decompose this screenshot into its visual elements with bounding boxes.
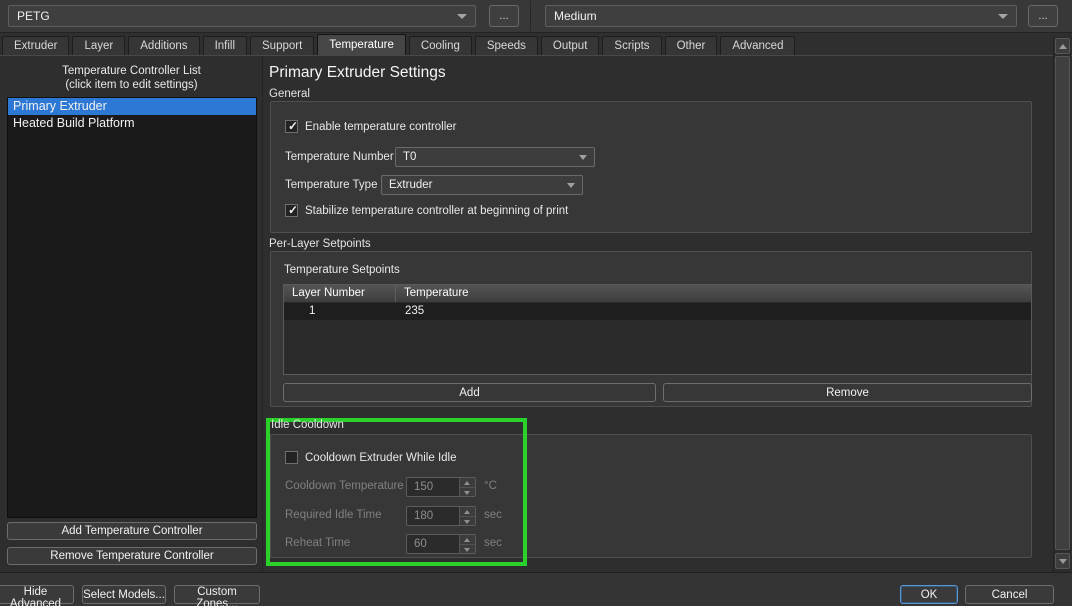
cooldown-temperature-unit: °C (484, 480, 497, 492)
extruder-settings-panel: Primary Extruder Settings General ✓ Enab… (264, 56, 1054, 573)
temperature-setpoints-label: Temperature Setpoints (284, 264, 400, 276)
tab-support[interactable]: Support (250, 36, 314, 55)
temperature-type-value: Extruder (389, 179, 432, 191)
controller-list-panel: Temperature Controller List (click item … (0, 56, 263, 573)
scroll-down-icon[interactable] (1055, 553, 1070, 569)
tab-advanced[interactable]: Advanced (720, 36, 795, 55)
add-setpoint-button[interactable]: Add (283, 383, 656, 402)
tab-output[interactable]: Output (541, 36, 600, 55)
controller-list-title: Temperature Controller List (0, 65, 263, 77)
profile-select[interactable]: PETG (8, 5, 476, 27)
temperature-setpoints-table: Layer Number Temperature 1 235 (283, 284, 1032, 375)
select-models-button[interactable]: Select Models... (82, 585, 166, 604)
temperature-type-label: Temperature Type (285, 179, 377, 191)
required-idle-time-spinbox[interactable]: 180 (406, 506, 476, 526)
reheat-time-value: 60 (407, 535, 459, 553)
ok-button[interactable]: OK (900, 585, 958, 604)
chevron-down-icon (579, 155, 587, 160)
cooldown-extruder-while-idle-checkbox[interactable]: ✓ (285, 451, 298, 464)
quality-select-value: Medium (554, 9, 597, 23)
spinner-buttons (459, 535, 475, 553)
remove-temperature-controller-button[interactable]: Remove Temperature Controller (7, 547, 257, 565)
temperature-number-select[interactable]: T0 (395, 147, 595, 167)
add-temperature-controller-button[interactable]: Add Temperature Controller (7, 522, 257, 540)
quality-select[interactable]: Medium (545, 5, 1017, 27)
cooldown-temperature-value: 150 (407, 478, 459, 496)
tab-speeds[interactable]: Speeds (475, 36, 538, 55)
custom-zones-button[interactable]: Custom Zones... (174, 585, 260, 604)
enable-temperature-controller-checkbox[interactable]: ✓ (285, 120, 298, 133)
spin-up-icon[interactable] (460, 535, 475, 545)
hide-advanced-button[interactable]: Hide Advanced (0, 585, 74, 604)
tab-extruder[interactable]: Extruder (2, 36, 69, 55)
reheat-time-label: Reheat Time (285, 537, 350, 549)
spin-down-icon[interactable] (460, 517, 475, 526)
cell-layer-number: 1 (284, 303, 396, 320)
temperature-type-select[interactable]: Extruder (381, 175, 583, 195)
column-header-temperature: Temperature (396, 285, 1031, 302)
fff-settings-dialog: PETG ... Medium ... Extruder Layer Addit… (0, 0, 1072, 606)
profile-select-value: PETG (17, 9, 50, 23)
top-bar-divider (530, 1, 531, 31)
profile-more-button[interactable]: ... (489, 5, 519, 27)
tab-temperature[interactable]: Temperature (317, 34, 406, 55)
general-groupbox: ✓ Enable temperature controller Temperat… (270, 101, 1032, 233)
cooldown-extruder-while-idle-label: Cooldown Extruder While Idle (305, 452, 457, 464)
enable-temperature-controller-label: Enable temperature controller (305, 121, 457, 133)
tab-scripts[interactable]: Scripts (602, 36, 661, 55)
tab-cooling[interactable]: Cooling (409, 36, 472, 55)
top-bar: PETG ... Medium ... (0, 0, 1072, 33)
tab-content: Temperature Controller List (click item … (0, 55, 1072, 572)
chevron-down-icon (567, 183, 575, 188)
reheat-time-spinbox[interactable]: 60 (406, 534, 476, 554)
tab-infill[interactable]: Infill (203, 36, 247, 55)
stabilize-temperature-label: Stabilize temperature controller at begi… (305, 205, 568, 217)
list-item-primary-extruder[interactable]: Primary Extruder (8, 98, 256, 115)
spin-up-icon[interactable] (460, 478, 475, 488)
stabilize-temperature-checkbox[interactable]: ✓ (285, 204, 298, 217)
chevron-down-icon (457, 14, 467, 19)
check-icon: ✓ (288, 119, 298, 133)
check-icon: ✓ (288, 203, 298, 217)
temperature-controller-list: Primary Extruder Heated Build Platform (7, 97, 257, 518)
per-layer-group-label: Per-Layer Setpoints (269, 238, 371, 250)
tab-additions[interactable]: Additions (128, 36, 199, 55)
quality-more-button[interactable]: ... (1028, 5, 1058, 27)
cancel-button[interactable]: Cancel (965, 585, 1054, 604)
cooldown-temperature-spinbox[interactable]: 150 (406, 477, 476, 497)
vertical-scrollbar[interactable] (1053, 36, 1071, 572)
table-header: Layer Number Temperature (284, 285, 1031, 303)
spin-down-icon[interactable] (460, 545, 475, 554)
spinner-buttons (459, 507, 475, 525)
cell-temperature: 235 (396, 303, 1031, 320)
column-header-layer-number: Layer Number (284, 285, 396, 302)
spin-down-icon[interactable] (460, 488, 475, 497)
required-idle-time-label: Required Idle Time (285, 509, 382, 521)
chevron-down-icon (998, 14, 1008, 19)
required-idle-time-unit: sec (484, 509, 502, 521)
idle-cooldown-group-label: Idle Cooldown (271, 419, 344, 431)
tab-other[interactable]: Other (665, 36, 718, 55)
temperature-number-value: T0 (403, 151, 416, 163)
tab-bar: Extruder Layer Additions Infill Support … (0, 34, 1052, 55)
bottom-bar: Hide Advanced Select Models... Custom Zo… (0, 572, 1072, 606)
scrollbar-thumb[interactable] (1055, 56, 1070, 550)
page-title: Primary Extruder Settings (269, 64, 446, 82)
cooldown-temperature-label: Cooldown Temperature (285, 480, 404, 492)
list-item-heated-build-platform[interactable]: Heated Build Platform (8, 115, 256, 132)
spinner-buttons (459, 478, 475, 496)
table-row[interactable]: 1 235 (284, 303, 1031, 320)
scroll-up-icon[interactable] (1055, 38, 1070, 54)
per-layer-groupbox: Temperature Setpoints Layer Number Tempe… (270, 251, 1032, 407)
temperature-number-label: Temperature Number (285, 151, 394, 163)
remove-setpoint-button[interactable]: Remove (663, 383, 1032, 402)
tab-layer[interactable]: Layer (72, 36, 125, 55)
idle-cooldown-groupbox: ✓ Cooldown Extruder While Idle Cooldown … (270, 434, 1032, 558)
general-group-label: General (269, 88, 310, 100)
controller-list-subtitle: (click item to edit settings) (0, 79, 263, 91)
required-idle-time-value: 180 (407, 507, 459, 525)
reheat-time-unit: sec (484, 537, 502, 549)
spin-up-icon[interactable] (460, 507, 475, 517)
